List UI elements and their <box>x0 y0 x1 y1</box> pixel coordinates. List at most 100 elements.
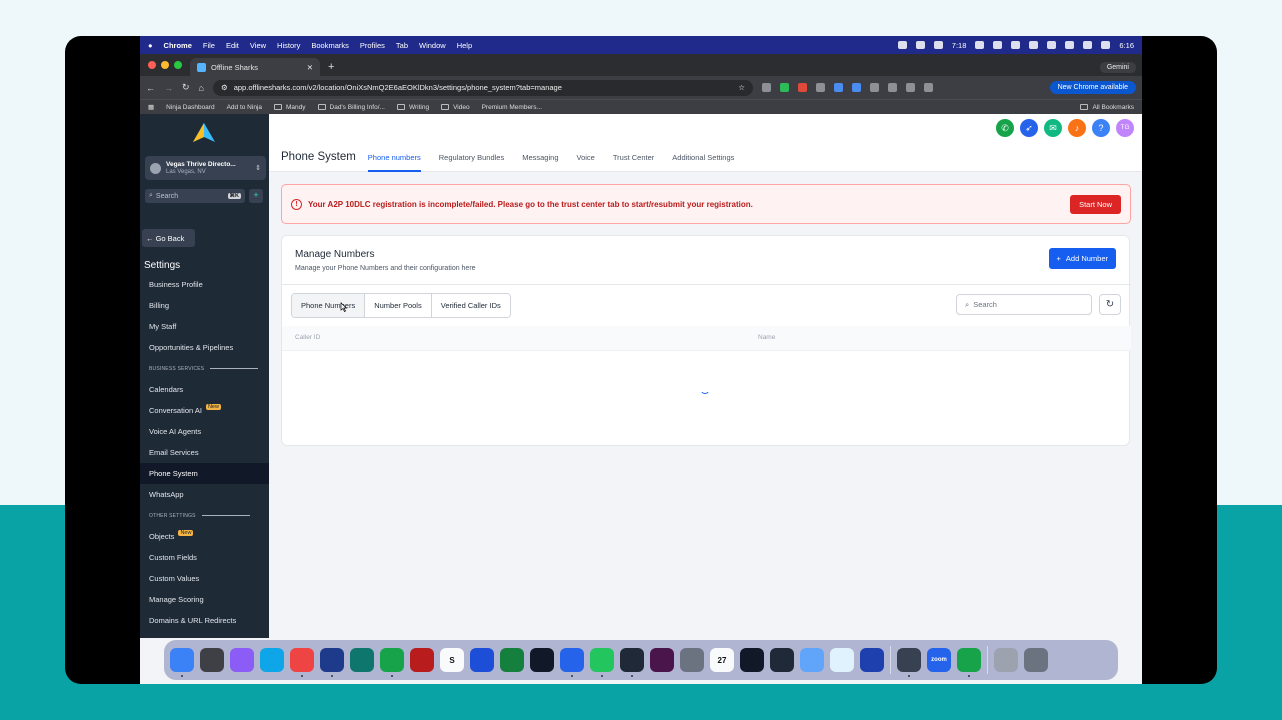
sidebar-search-input[interactable]: ⌕ Search ⌘K <box>145 189 245 203</box>
bookmark-star-icon[interactable]: ☆ <box>738 83 745 92</box>
safari-icon[interactable] <box>260 648 284 672</box>
evernote-icon[interactable] <box>590 648 614 677</box>
app-icon[interactable] <box>530 648 554 672</box>
sidebar-item-whatsapp[interactable]: WhatsApp <box>140 484 269 505</box>
phone-icon[interactable]: ✆ <box>996 119 1014 137</box>
subtab-number-pools[interactable]: Number Pools <box>365 294 432 317</box>
app-icon[interactable] <box>897 648 921 677</box>
extension-icon[interactable] <box>815 83 825 92</box>
home-icon[interactable]: ⌂ <box>199 83 204 93</box>
browser-tab[interactable]: Offline Sharks ✕ <box>190 58 320 76</box>
app-icon[interactable] <box>410 648 434 672</box>
rocket-icon[interactable]: ➶ <box>1020 119 1038 137</box>
url-text[interactable]: app.offlinesharks.com/v2/location/OniXsN… <box>234 83 733 92</box>
tab-trust-center[interactable]: Trust Center <box>613 143 654 172</box>
sidebar-item-custom-values[interactable]: Custom Values <box>140 568 269 589</box>
bookmark-folder[interactable]: Writing <box>396 104 429 111</box>
calendar-icon[interactable]: 27 <box>710 648 734 672</box>
download-icon[interactable] <box>905 83 915 92</box>
numbers-search-input[interactable]: ⌕ Search <box>956 294 1092 315</box>
menu-window[interactable]: Window <box>419 41 446 50</box>
trash-icon[interactable] <box>1024 648 1048 672</box>
sidebar-item-conversation-ai[interactable]: Conversation AI New <box>140 400 269 421</box>
chrome-icon[interactable] <box>290 648 314 677</box>
forward-icon[interactable]: → <box>164 83 173 93</box>
final-cut-icon[interactable] <box>770 648 794 672</box>
avatar[interactable]: TG <box>1116 119 1134 137</box>
vscode-icon[interactable] <box>560 648 584 677</box>
menu-profiles[interactable]: Profiles <box>360 41 385 50</box>
tab-phone-numbers[interactable]: Phone numbers <box>367 143 421 172</box>
bell-icon[interactable]: ♪ <box>1068 119 1086 137</box>
close-window-button[interactable] <box>148 61 156 69</box>
sidebar-item-phone-system[interactable]: Phone System <box>140 463 269 484</box>
apps-grid-icon[interactable]: ▦ <box>148 103 154 111</box>
extension-icon[interactable] <box>761 83 771 92</box>
wifi-icon[interactable] <box>1065 41 1075 49</box>
menu-help[interactable]: Help <box>457 41 472 50</box>
status-icon[interactable] <box>897 41 907 49</box>
finder-icon[interactable] <box>170 648 194 677</box>
control-center-icon[interactable] <box>1101 41 1111 49</box>
bookmark-folder[interactable]: Mandy <box>274 104 306 111</box>
menu-edit[interactable]: Edit <box>226 41 239 50</box>
tab-messaging[interactable]: Messaging <box>522 143 558 172</box>
sidebar-item-calendars[interactable]: Calendars <box>140 379 269 400</box>
timer-widget[interactable]: 7:18 <box>952 41 967 50</box>
subtab-phone-numbers[interactable]: Phone Numbers <box>292 294 366 317</box>
sidebar-item-domains[interactable]: Domains & URL Redirects <box>140 610 269 631</box>
apple-icon[interactable]: ● <box>148 41 153 50</box>
slack-icon[interactable] <box>650 648 674 672</box>
tab-regulatory-bundles[interactable]: Regulatory Bundles <box>439 143 504 172</box>
messages-icon[interactable] <box>380 648 404 677</box>
menu-bookmarks[interactable]: Bookmarks <box>311 41 349 50</box>
quick-action-button[interactable]: + <box>249 189 263 203</box>
sidebar-item-business-profile[interactable]: Business Profile <box>140 274 269 295</box>
sidebar-item-manage-scoring[interactable]: Manage Scoring <box>140 589 269 610</box>
brand-logo[interactable] <box>192 122 216 144</box>
back-icon[interactable]: ← <box>146 83 155 93</box>
help-icon[interactable]: ? <box>1092 119 1110 137</box>
sidebar-item-billing[interactable]: Billing <box>140 295 269 316</box>
go-back-button[interactable]: ← Go Back <box>142 229 195 247</box>
extension-icon[interactable] <box>797 83 807 92</box>
battery-icon[interactable] <box>1083 41 1093 49</box>
new-chrome-available-button[interactable]: New Chrome available <box>1049 81 1136 94</box>
dropbox-icon[interactable] <box>975 41 985 49</box>
phone-icon[interactable] <box>957 648 981 677</box>
site-info-icon[interactable]: ⚙ <box>221 83 228 92</box>
tab-voice[interactable]: Voice <box>577 143 595 172</box>
extension-icon[interactable] <box>851 83 861 92</box>
profile-icon[interactable] <box>923 83 933 92</box>
settings-icon[interactable] <box>680 648 704 672</box>
status-icon[interactable] <box>1011 41 1021 49</box>
launchpad-icon[interactable] <box>200 648 224 672</box>
bookmark-item[interactable]: Ninja Dashboard <box>166 104 214 111</box>
sidebar-item-my-staff[interactable]: My Staff <box>140 316 269 337</box>
sidebar-item-opportunities[interactable]: Opportunities & Pipelines <box>140 337 269 358</box>
new-tab-button[interactable]: + <box>328 61 334 73</box>
app-icon[interactable] <box>350 648 374 672</box>
github-icon[interactable] <box>230 648 254 672</box>
obs-icon[interactable] <box>620 648 644 677</box>
minimize-window-button[interactable] <box>161 61 169 69</box>
capcut-icon[interactable] <box>740 648 764 672</box>
location-switcher[interactable]: Vegas Thrive Directo... Las Vegas, NV ⇕ <box>145 156 266 180</box>
status-icon[interactable] <box>933 41 943 49</box>
subtab-verified-caller-ids[interactable]: Verified Caller IDs <box>431 294 510 317</box>
excel-icon[interactable] <box>500 648 524 672</box>
all-bookmarks-button[interactable]: All Bookmarks <box>1080 104 1134 111</box>
gemini-button[interactable]: Gemini <box>1099 62 1136 73</box>
status-icon[interactable] <box>915 41 925 49</box>
bookmark-item[interactable]: Add to Ninja <box>227 104 262 111</box>
send-icon[interactable] <box>320 648 344 677</box>
menu-file[interactable]: File <box>203 41 215 50</box>
clock[interactable]: 6:16 <box>1119 41 1134 50</box>
sidebar-item-email-services[interactable]: Email Services <box>140 442 269 463</box>
app-icon[interactable] <box>830 648 854 672</box>
app-icon[interactable] <box>860 648 884 672</box>
bookmark-folder[interactable]: Dad's Billing Info/... <box>317 104 385 111</box>
sidebar-item-objects[interactable]: Objects New <box>140 526 269 547</box>
zoom-icon[interactable]: zoom <box>927 648 951 672</box>
app-icon[interactable]: S <box>440 648 464 672</box>
